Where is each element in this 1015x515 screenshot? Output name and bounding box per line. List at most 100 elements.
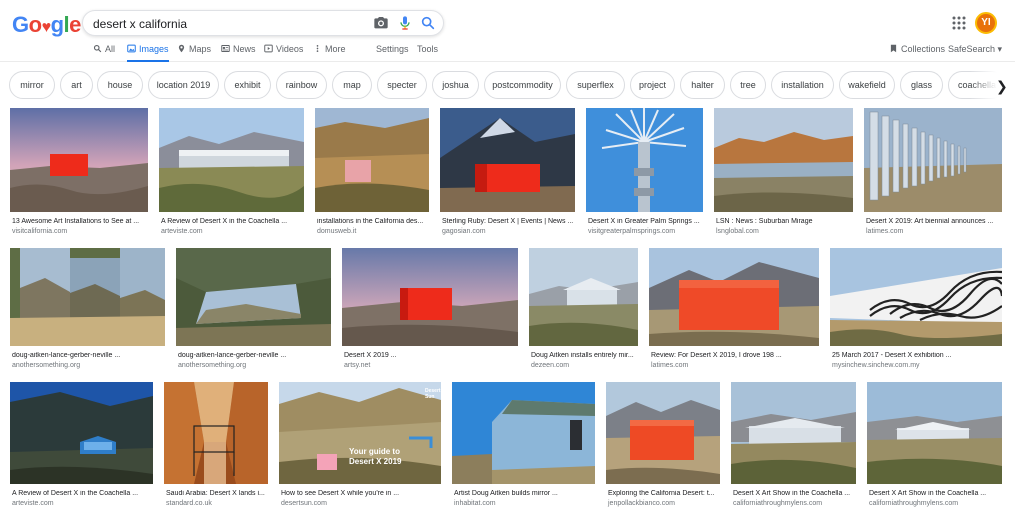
tab-all[interactable]: All — [93, 44, 115, 62]
result-source[interactable]: latimes.com — [866, 228, 903, 235]
chevron-right-icon[interactable]: ❯ — [996, 78, 1010, 94]
result-source[interactable]: anothersomething.org — [178, 362, 246, 369]
result-caption[interactable]: doug-aitken-lance-gerber-neville ... — [178, 352, 331, 359]
tab-images[interactable]: Images — [127, 44, 169, 62]
image-result[interactable]: Exploring the California Desert: t... je… — [606, 382, 720, 512]
tools-link[interactable]: Tools — [417, 44, 438, 62]
result-caption[interactable]: How to see Desert X while you're in ... — [281, 490, 441, 497]
result-caption[interactable]: A Review of Desert X in the Coachella ..… — [12, 490, 153, 497]
result-source[interactable]: domusweb.it — [317, 228, 356, 235]
result-caption[interactable]: Desert X 2019: Art biennial announces ..… — [866, 218, 1002, 225]
result-source[interactable]: arteviste.com — [12, 500, 54, 507]
image-result[interactable]: doug-aitken-lance-gerber-neville ... ano… — [176, 248, 331, 372]
settings-link[interactable]: Settings — [376, 44, 409, 62]
image-result[interactable]: Desert X Art Show in the Coachella ... c… — [867, 382, 1002, 512]
result-thumbnail[interactable] — [315, 108, 429, 212]
result-source[interactable]: standard.co.uk — [166, 500, 212, 507]
image-result[interactable]: installations in the California des... d… — [315, 108, 429, 238]
result-source[interactable]: artsy.net — [344, 362, 370, 369]
result-caption[interactable]: Saudi Arabia: Desert X lands i... — [166, 490, 268, 497]
result-source[interactable]: anothersomething.org — [12, 362, 80, 369]
chip-art[interactable]: art — [60, 71, 93, 99]
result-source[interactable]: desertsun.com — [281, 500, 327, 507]
apps-grid-icon[interactable] — [952, 16, 966, 30]
result-thumbnail[interactable] — [10, 108, 148, 212]
camera-icon[interactable] — [373, 15, 389, 31]
chip-wakefield[interactable]: wakefield — [839, 71, 895, 99]
result-thumbnail[interactable] — [714, 108, 853, 212]
image-result[interactable]: Artist Doug Aitken builds mirror ... inh… — [452, 382, 595, 512]
image-result[interactable]: Desert X Art Show in the Coachella ... c… — [731, 382, 856, 512]
result-source[interactable]: arteviste.com — [161, 228, 203, 235]
result-source[interactable]: californiathroughmylens.com — [733, 500, 822, 507]
result-thumbnail[interactable] — [867, 382, 1002, 484]
image-result[interactable]: A Review of Desert X in the Coachella ..… — [10, 382, 153, 512]
chip-house[interactable]: house — [97, 71, 143, 99]
result-thumbnail[interactable] — [830, 248, 1002, 346]
result-caption[interactable]: 25 March 2017 - Desert X exhibition ... — [832, 352, 1002, 359]
image-result[interactable]: A Review of Desert X in the Coachella ..… — [159, 108, 304, 238]
result-source[interactable]: latimes.com — [651, 362, 688, 369]
result-thumbnail[interactable] — [606, 382, 720, 484]
chip-halter[interactable]: halter — [680, 71, 725, 99]
result-caption[interactable]: Artist Doug Aitken builds mirror ... — [454, 490, 595, 497]
image-result[interactable]: 13 Awesome Art Installations to See at .… — [10, 108, 148, 238]
account-avatar[interactable]: YI — [975, 12, 997, 34]
result-thumbnail[interactable] — [731, 382, 856, 484]
result-thumbnail[interactable] — [864, 108, 1002, 212]
chip-exhibit[interactable]: exhibit — [224, 71, 271, 99]
result-source[interactable]: visitgreaterpalmsprings.com — [588, 228, 675, 235]
chip-glass[interactable]: glass — [900, 71, 943, 99]
result-caption[interactable]: Desert X 2019 ... — [344, 352, 518, 359]
result-source[interactable]: mysinchew.sinchew.com.my — [832, 362, 920, 369]
result-source[interactable]: inhabitat.com — [454, 500, 496, 507]
image-result[interactable]: Sterling Ruby: Desert X | Events | News … — [440, 108, 575, 238]
result-thumbnail[interactable] — [176, 248, 331, 346]
google-logo[interactable]: Go♥gle — [12, 12, 81, 38]
result-thumbnail[interactable] — [342, 248, 518, 346]
image-result[interactable]: Desert X in Greater Palm Springs ... vis… — [586, 108, 703, 238]
image-result[interactable]: Your guide to Desert X 2019 Desert Sun H… — [279, 382, 441, 512]
result-caption[interactable]: Doug Aitken installs entirely mir... — [531, 352, 638, 359]
result-caption[interactable]: Desert X Art Show in the Coachella ... — [733, 490, 856, 497]
chip-rainbow[interactable]: rainbow — [276, 71, 327, 99]
image-result[interactable]: LSN : News : Suburban Mirage lsnglobal.c… — [714, 108, 853, 238]
result-caption[interactable]: Sterling Ruby: Desert X | Events | News … — [442, 218, 575, 225]
result-source[interactable]: californiathroughmylens.com — [869, 500, 958, 507]
chip-tree[interactable]: tree — [730, 71, 766, 99]
image-result[interactable]: Doug Aitken installs entirely mir... dez… — [529, 248, 638, 372]
result-source[interactable]: dezeen.com — [531, 362, 569, 369]
result-thumbnail[interactable] — [452, 382, 595, 484]
chip-superflex[interactable]: superflex — [566, 71, 625, 99]
chip-map[interactable]: map — [332, 71, 372, 99]
chip-installation[interactable]: installation — [771, 71, 834, 99]
search-input[interactable] — [93, 15, 363, 33]
result-thumbnail[interactable] — [10, 382, 153, 484]
result-source[interactable]: lsnglobal.com — [716, 228, 759, 235]
tab-more[interactable]: More — [313, 44, 346, 62]
chip-project[interactable]: project — [630, 71, 675, 99]
result-thumbnail[interactable]: Your guide to Desert X 2019 Desert Sun — [279, 382, 441, 484]
collections-link[interactable]: Collections — [889, 44, 945, 62]
image-result[interactable]: doug-aitken-lance-gerber-neville ... ano… — [10, 248, 165, 372]
result-caption[interactable]: doug-aitken-lance-gerber-neville ... — [12, 352, 165, 359]
tab-maps[interactable]: Maps — [177, 44, 211, 62]
result-caption[interactable]: installations in the California des... — [317, 218, 429, 225]
result-thumbnail[interactable] — [586, 108, 703, 212]
image-result[interactable]: Saudi Arabia: Desert X lands i... standa… — [164, 382, 268, 512]
result-source[interactable]: jenpollackbianco.com — [608, 500, 675, 507]
safesearch-dropdown[interactable]: SafeSearch ▾ — [948, 44, 1002, 62]
chip-location-2019[interactable]: location 2019 — [148, 71, 219, 99]
result-thumbnail[interactable] — [10, 248, 165, 346]
image-result[interactable]: Review: For Desert X 2019, I drove 198 .… — [649, 248, 819, 372]
chip-postcommodity[interactable]: postcommodity — [484, 71, 561, 99]
result-source[interactable]: visitcalifornia.com — [12, 228, 67, 235]
tab-videos[interactable]: Videos — [264, 44, 303, 62]
image-result[interactable]: 25 March 2017 - Desert X exhibition ... … — [830, 248, 1002, 372]
microphone-icon[interactable] — [397, 15, 413, 31]
result-caption[interactable]: Desert X Art Show in the Coachella ... — [869, 490, 1002, 497]
result-thumbnail[interactable] — [649, 248, 819, 346]
result-caption[interactable]: A Review of Desert X in the Coachella ..… — [161, 218, 304, 225]
result-source[interactable]: gagosian.com — [442, 228, 486, 235]
result-thumbnail[interactable] — [440, 108, 575, 212]
